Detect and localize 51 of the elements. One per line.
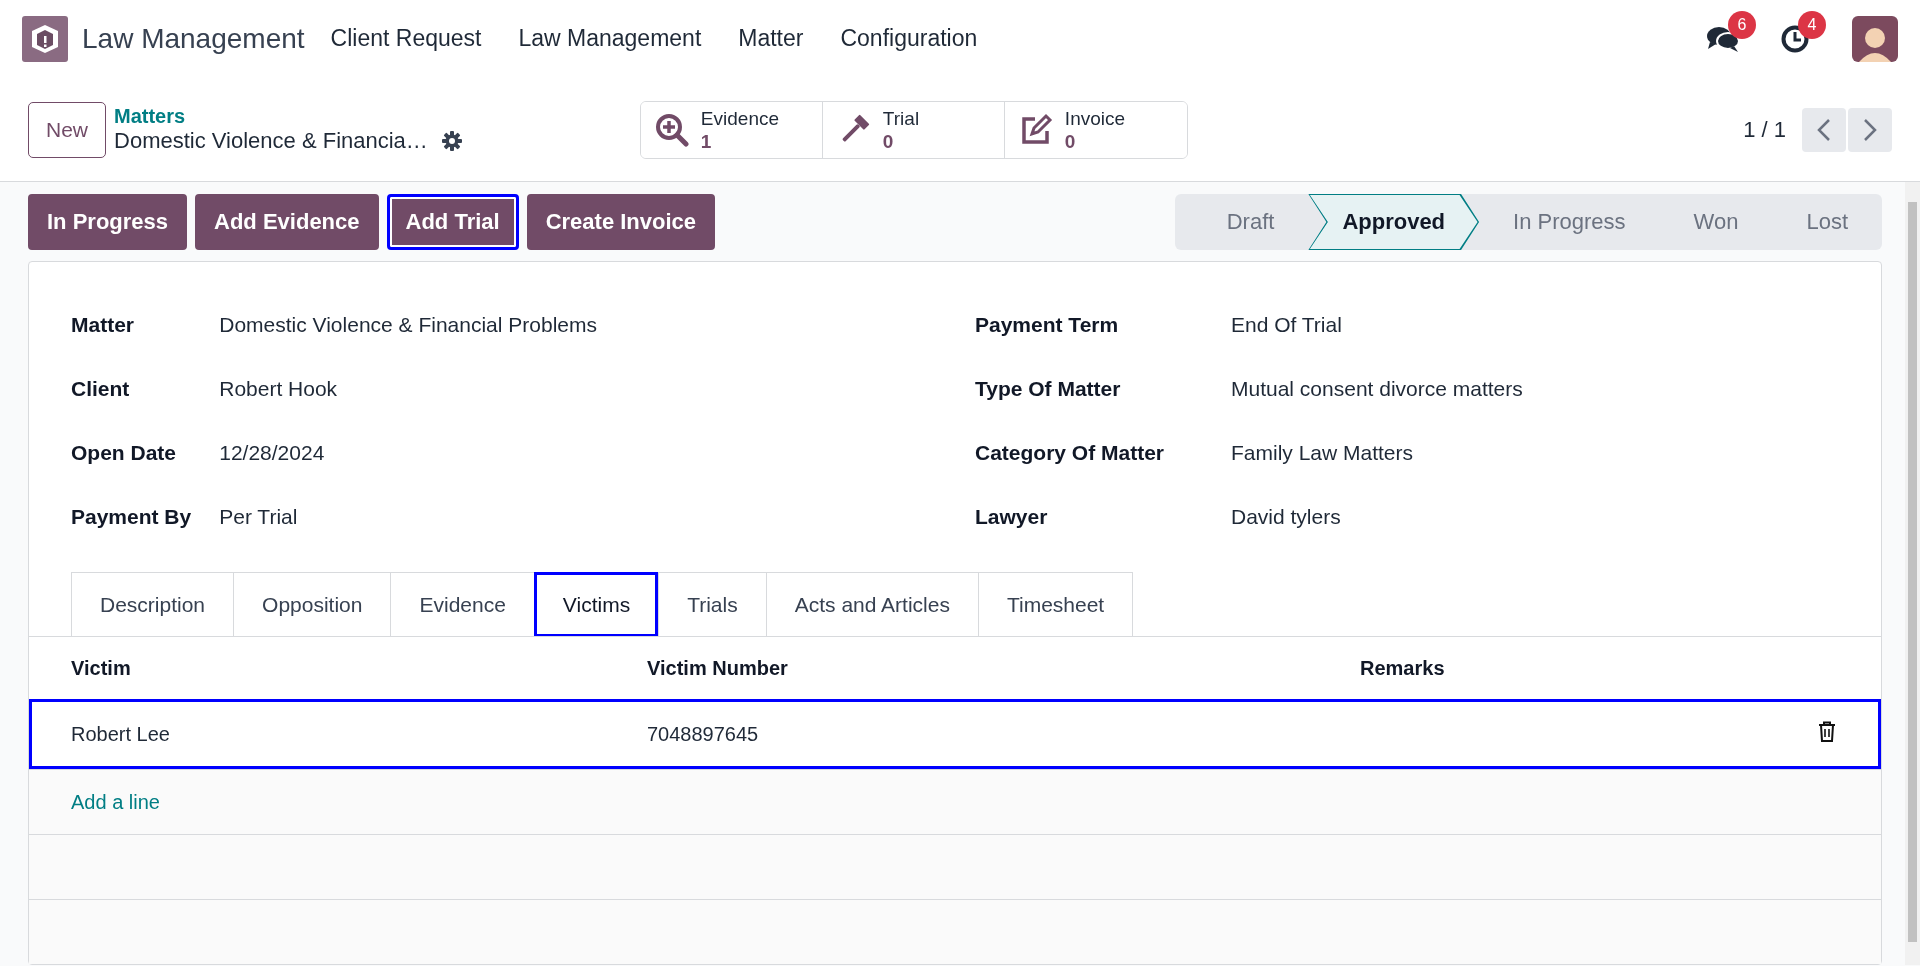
field-value: 12/28/2024	[219, 440, 326, 466]
action-button[interactable]: Add Trial	[386, 194, 519, 250]
field-value: End Of Trial	[1231, 312, 1343, 338]
status-stage[interactable]: Lost	[1772, 194, 1882, 250]
field-value: Domestic Violence & Financial Problems	[219, 312, 598, 338]
status-stage[interactable]: In Progress	[1479, 194, 1660, 250]
add-line-link[interactable]: Add a line	[71, 790, 160, 814]
menu-item[interactable]: Matter	[738, 25, 804, 52]
field-value: David tylers	[1231, 504, 1342, 530]
field-label: Client	[71, 376, 131, 402]
status-stage[interactable]: Approved	[1308, 194, 1480, 250]
menu-item[interactable]: Configuration	[840, 25, 978, 52]
field-value: Mutual consent divorce matters	[1231, 376, 1524, 402]
tab[interactable]: Trials	[658, 572, 766, 637]
status-stage[interactable]: Draft	[1192, 194, 1309, 250]
table-row[interactable]: Robert Lee 7048897645	[29, 699, 1881, 769]
action-button[interactable]: Create Invoice	[526, 194, 716, 250]
action-button[interactable]: In Progress	[28, 194, 188, 250]
new-button[interactable]: New	[28, 101, 106, 158]
record-title: Domestic Violence & Financia…	[114, 128, 428, 154]
tab[interactable]: Acts and Articles	[765, 572, 978, 637]
menu-item[interactable]: Client Request	[330, 25, 482, 52]
field-value: Robert Hook	[219, 376, 339, 402]
menu-item[interactable]: Law Management	[518, 25, 702, 52]
field-value: Family Law Matters	[1231, 440, 1415, 466]
table-cell-text: 7048897645	[647, 722, 760, 746]
column-header[interactable]: Victim Number	[647, 656, 1360, 680]
field-label: Open Date	[71, 440, 178, 466]
action-button[interactable]: Add Evidence	[195, 194, 379, 250]
table-cell-text: Robert Lee	[71, 722, 171, 746]
message-count-badge: 6	[1728, 10, 1756, 39]
tab[interactable]: Victims	[533, 572, 659, 637]
column-header[interactable]: Remarks	[1360, 656, 1821, 680]
field-label: Category Of Matter	[975, 440, 1166, 466]
field-label: Payment Term	[975, 312, 1120, 338]
smart-button[interactable]: Evidence 1	[640, 101, 823, 158]
pager-value: 1 / 1	[1743, 116, 1786, 143]
tab[interactable]: Description	[71, 572, 234, 637]
tab[interactable]: Evidence	[390, 572, 534, 637]
column-header[interactable]: Victim	[71, 656, 647, 680]
app-name[interactable]: Law Management	[82, 22, 305, 55]
field-value: Per Trial	[219, 504, 299, 530]
tab[interactable]: Timesheet	[977, 572, 1134, 637]
field-label: Matter	[71, 312, 135, 338]
tab[interactable]: Opposition	[233, 572, 391, 637]
field-label: Type Of Matter	[975, 376, 1122, 402]
field-label: Lawyer	[975, 504, 1049, 530]
activity-count-badge: 4	[1798, 10, 1826, 39]
status-stage[interactable]: Won	[1659, 194, 1773, 250]
breadcrumb-link[interactable]: Matters	[114, 105, 462, 128]
field-label: Payment By	[71, 504, 192, 530]
